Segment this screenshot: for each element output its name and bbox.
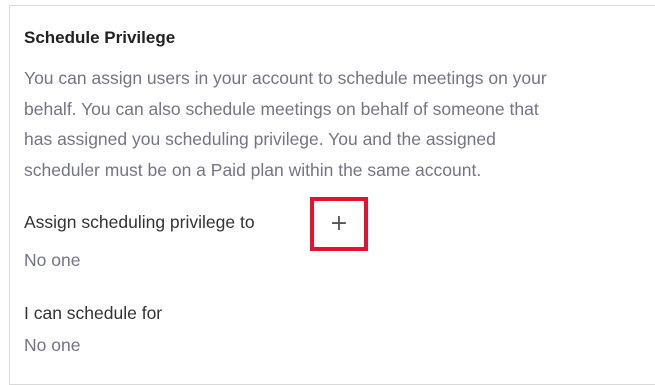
add-scheduler-button[interactable]: + xyxy=(310,197,368,251)
section-title: Schedule Privilege xyxy=(24,28,176,47)
description-line: behalf. You can also schedule meetings o… xyxy=(24,98,539,119)
description-line: You can assign users in your account to … xyxy=(24,68,547,88)
assign-privilege-label: Assign scheduling privilege to xyxy=(24,212,255,232)
assigned-users-value: No one xyxy=(24,250,81,270)
schedule-for-value: No one xyxy=(24,335,81,355)
plus-icon: + xyxy=(329,211,349,236)
section-description: You can assign users in your account to … xyxy=(24,63,634,185)
description-line: has assigned you scheduling privilege. Y… xyxy=(24,129,496,149)
description-line: scheduler must be on a Paid plan within … xyxy=(24,159,482,180)
schedule-privilege-panel xyxy=(9,5,655,385)
schedule-for-label: I can schedule for xyxy=(24,303,163,323)
